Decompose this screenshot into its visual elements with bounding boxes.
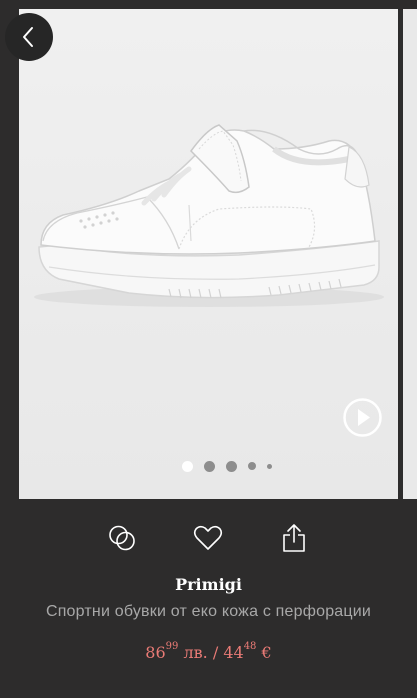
product-price: 8699 лв. / 4448 €: [0, 641, 417, 662]
product-actions: [0, 523, 417, 553]
next-image-peek[interactable]: [403, 9, 417, 499]
product-brand[interactable]: Primigi: [0, 575, 417, 594]
share-icon: [283, 524, 305, 552]
play-video-button[interactable]: [342, 397, 383, 438]
gallery-dot[interactable]: [182, 460, 193, 472]
gallery-dot[interactable]: [248, 462, 256, 470]
gallery-dot[interactable]: [204, 460, 215, 472]
gallery-pagination: [182, 459, 272, 473]
price-eur-currency: €: [261, 643, 272, 662]
product-title: Спортни обувки от еко кожа с перфорации: [45, 603, 372, 620]
price-separator: /: [212, 643, 219, 662]
chevron-left-icon: [23, 27, 33, 47]
gallery-dot[interactable]: [267, 463, 272, 469]
compare-circles-icon: [109, 525, 135, 551]
wishlist-button[interactable]: [192, 523, 224, 553]
gallery-dot[interactable]: [226, 460, 237, 472]
price-bgn-cents: 99: [165, 641, 179, 652]
play-circle-icon: [343, 398, 382, 437]
price-eur-cents: 48: [243, 641, 257, 652]
price-bgn-main: 86: [145, 643, 166, 662]
back-button[interactable]: [5, 13, 53, 61]
price-eur-main: 44: [223, 643, 244, 662]
price-bgn-currency: лв.: [183, 643, 208, 662]
compare-button[interactable]: [106, 523, 138, 553]
heart-icon: [193, 525, 223, 550]
share-button[interactable]: [278, 523, 310, 553]
